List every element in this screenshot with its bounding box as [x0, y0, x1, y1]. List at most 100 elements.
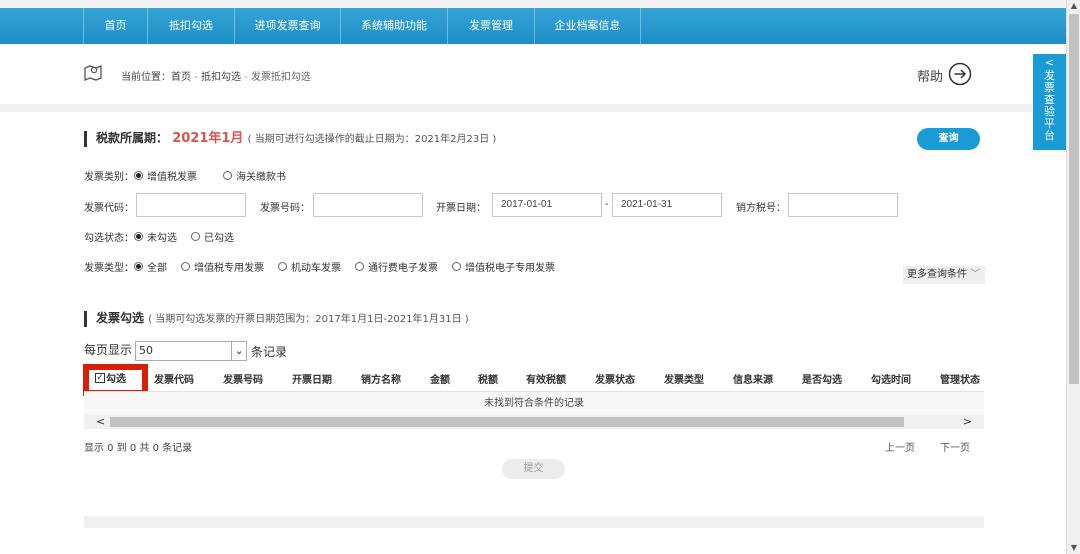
- breadcrumb-separator: -: [240, 72, 251, 83]
- breadcrumb-prefix: 当前位置：: [121, 72, 171, 83]
- radio-dot[interactable]: [223, 171, 232, 180]
- tax-period-note: ( 当期可进行勾选操作的截止日期为：2021年2月23日 ): [247, 134, 497, 145]
- next-page-button[interactable]: 下一页: [940, 439, 970, 454]
- invoice-number-input[interactable]: [313, 193, 423, 217]
- chevron-down-icon[interactable]: ⌄: [231, 342, 246, 360]
- radio-label: 增值税专用发票: [194, 263, 264, 274]
- scrollbar-thumb[interactable]: [1069, 14, 1079, 384]
- radio-label: 海关缴款书: [236, 172, 286, 183]
- records-label: 条记录: [251, 345, 288, 359]
- issue-date-to-input[interactable]: 2021-01-31: [612, 193, 722, 217]
- checkbox-icon[interactable]: ✓: [95, 372, 105, 383]
- nav-item-enterprise-info[interactable]: 企业档案信息: [535, 8, 641, 44]
- breadcrumb-separator: -: [191, 72, 201, 83]
- more-conditions-label: 更多查询条件: [907, 269, 967, 280]
- radio-customs-payment[interactable]: 海关缴款书: [223, 168, 286, 183]
- col-management-status: 管理状态: [940, 375, 980, 386]
- select-all-checkbox[interactable]: ✓ 勾选: [95, 370, 126, 385]
- scroll-right-icon[interactable]: >: [963, 415, 972, 429]
- help-link[interactable]: 帮助: [917, 66, 943, 85]
- radio-label: 已勾选: [204, 233, 234, 244]
- radio-unchecked[interactable]: 未勾选: [134, 229, 177, 244]
- nav-item-invoice-management[interactable]: 发票管理: [448, 8, 535, 44]
- radio-dot[interactable]: [181, 262, 190, 271]
- invoice-code-label: 发票代码：: [84, 203, 134, 214]
- radio-dot[interactable]: [452, 262, 461, 271]
- radio-dot[interactable]: [134, 232, 143, 241]
- col-invoice-status: 发票状态: [595, 375, 635, 386]
- issue-date-label: 开票日期：: [436, 203, 486, 214]
- scroll-down-icon[interactable]: ▼: [1067, 542, 1080, 554]
- more-conditions-toggle[interactable]: 更多查询条件 ﹀: [903, 266, 985, 284]
- radio-label: 通行费电子发票: [368, 263, 438, 274]
- col-invoice-code: 发票代码: [154, 375, 194, 386]
- radio-dot[interactable]: [355, 262, 364, 271]
- table-header: 发票代码 发票号码 开票日期 销方名称 金额 税额 有效税额 发票状态 发票类型…: [84, 364, 984, 390]
- breadcrumb-item-deduction[interactable]: 抵扣勾选: [201, 72, 241, 83]
- query-button[interactable]: 查询: [917, 128, 980, 150]
- check-status-label: 勾选状态：: [84, 233, 134, 244]
- invoice-code-input[interactable]: [136, 193, 246, 217]
- col-tax: 税额: [478, 375, 498, 386]
- browser-top-strip: [0, 0, 1080, 8]
- scroll-up-icon[interactable]: ▲: [1067, 0, 1080, 12]
- radio-checked[interactable]: 已勾选: [191, 229, 234, 244]
- pagination-info: 显示 0 到 0 共 0 条记录: [84, 443, 193, 454]
- col-issue-date: 开票日期: [292, 375, 332, 386]
- main-nav: 首页 抵扣勾选 进项发票查询 系统辅助功能 发票管理 企业档案信息: [0, 8, 1066, 44]
- radio-dot[interactable]: [278, 262, 287, 271]
- tax-period-title: 税款所属期：: [96, 131, 169, 145]
- radio-type-all[interactable]: 全部: [134, 259, 167, 274]
- page-scrollbar[interactable]: ▲ ▼: [1066, 0, 1080, 554]
- breadcrumb-item-current: 发票抵扣勾选: [250, 72, 311, 83]
- seller-tax-id-label: 销方税号：: [736, 203, 786, 214]
- breadcrumb-item-home[interactable]: 首页: [171, 72, 191, 83]
- col-amount: 金额: [430, 375, 450, 386]
- arrow-right-circle-icon[interactable]: [948, 62, 972, 86]
- submit-button[interactable]: 提交: [502, 459, 565, 479]
- invoice-category-row: 发票类别： 增值税发票 海关缴款书: [84, 168, 300, 183]
- seller-tax-id-input[interactable]: [788, 193, 898, 217]
- table-empty-row: 未找到符合条件的记录: [84, 391, 984, 415]
- radio-label: 机动车发票: [291, 263, 341, 274]
- invoice-verify-platform-tab[interactable]: < 发票查验平台: [1033, 54, 1066, 150]
- col-check-time: 勾选时间: [871, 375, 911, 386]
- issue-date-from-input[interactable]: 2017-01-01: [492, 193, 602, 217]
- prev-page-button[interactable]: 上一页: [885, 439, 915, 454]
- radio-type-vehicle[interactable]: 机动车发票: [278, 259, 341, 274]
- tax-period-heading: 税款所属期： 2021年1月 ( 当期可进行勾选操作的截止日期为：2021年2月…: [84, 131, 496, 147]
- radio-vat-invoice[interactable]: 增值税发票: [134, 168, 197, 183]
- breadcrumb: 当前位置：首页 - 抵扣勾选 - 发票抵扣勾选: [121, 68, 311, 83]
- date-range-separator: -: [605, 199, 609, 210]
- per-page-select[interactable]: 50 ⌄: [135, 341, 247, 361]
- nav-spacer: [0, 8, 84, 44]
- table-horizontal-scrollbar[interactable]: < >: [84, 415, 984, 429]
- breadcrumb-bar: 当前位置：首页 - 抵扣勾选 - 发票抵扣勾选 帮助: [0, 44, 1066, 104]
- radio-dot[interactable]: [191, 232, 200, 241]
- per-page-label: 每页显示: [84, 343, 133, 357]
- hscroll-thumb[interactable]: [110, 417, 904, 427]
- nav-item-home[interactable]: 首页: [84, 8, 148, 44]
- col-info-source: 信息来源: [733, 375, 773, 386]
- chevron-down-icon: ﹀: [970, 269, 981, 280]
- invoice-category-label: 发票类别：: [84, 172, 134, 183]
- nav-item-input-invoice-query[interactable]: 进项发票查询: [235, 8, 341, 44]
- col-invoice-number: 发票号码: [223, 375, 263, 386]
- radio-label: 增值税电子专用发票: [465, 263, 555, 274]
- radio-type-vat-special[interactable]: 增值税专用发票: [181, 259, 264, 274]
- radio-label: 全部: [147, 263, 167, 274]
- scroll-left-icon[interactable]: <: [96, 415, 105, 429]
- invoice-type-row: 发票类型： 全部 增值税专用发票 机动车发票 通行费电子发票 增值税电子专用发票: [84, 259, 569, 274]
- radio-type-vat-electronic-special[interactable]: 增值税电子专用发票: [452, 259, 555, 274]
- section-divider: [0, 104, 1066, 112]
- radio-type-toll-electronic[interactable]: 通行费电子发票: [355, 259, 438, 274]
- radio-dot[interactable]: [134, 171, 143, 180]
- nav-item-deduction-select[interactable]: 抵扣勾选: [148, 8, 235, 44]
- nav-item-system-aux[interactable]: 系统辅助功能: [341, 8, 448, 44]
- col-valid-tax: 有效税额: [526, 375, 566, 386]
- radio-dot[interactable]: [134, 262, 143, 271]
- col-seller-name: 销方名称: [361, 375, 401, 386]
- invoice-check-title: 发票勾选: [96, 311, 145, 325]
- section-divider: [84, 516, 984, 528]
- check-status-row: 勾选状态： 未勾选 已勾选: [84, 229, 248, 244]
